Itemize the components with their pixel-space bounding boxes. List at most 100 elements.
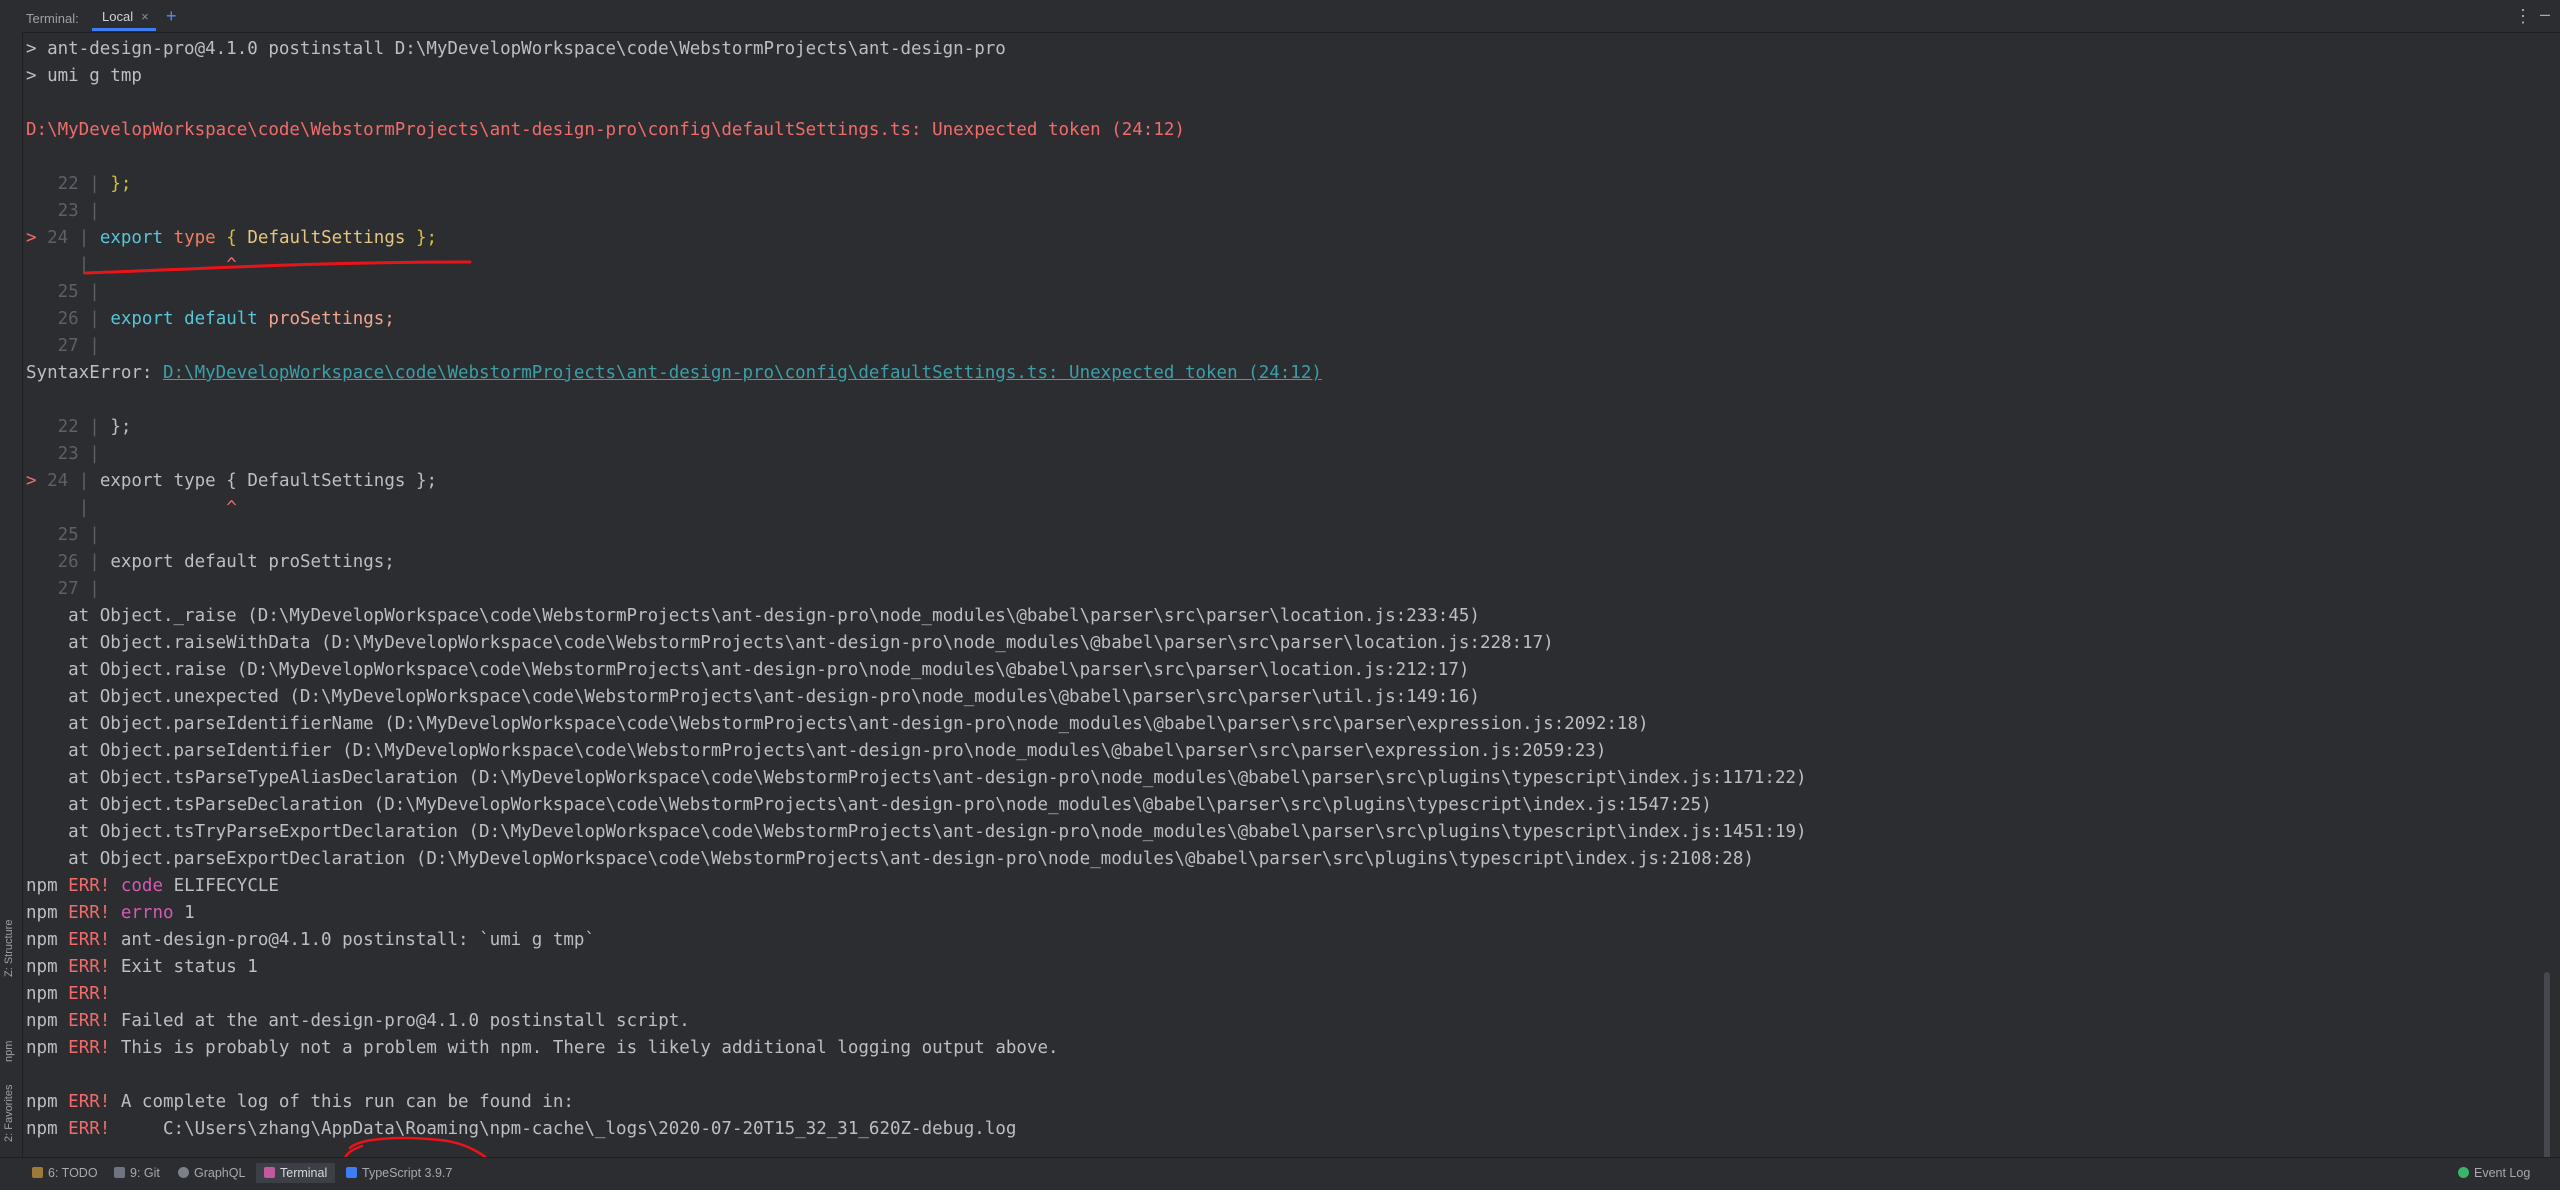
- npm-err-tag: ERR!: [68, 957, 111, 977]
- npm-err-message: C:\Users\zhang\AppData\Roaming\npm-cache…: [120, 1119, 1017, 1139]
- npm-error-line: npm ERR! code ELIFECYCLE: [26, 873, 1807, 900]
- tab-todo-label: 6: TODO: [48, 1166, 98, 1180]
- line-number: 26: [57, 552, 79, 572]
- event-log-button[interactable]: Event Log: [2458, 1166, 2530, 1180]
- tab-local-label: Local: [102, 9, 134, 24]
- more-options-icon[interactable]: ⋮: [2514, 6, 2532, 27]
- npm-err-tag: ERR!: [68, 1119, 111, 1139]
- code-frame-line: 22 | };: [57, 174, 132, 194]
- npm-err-message: This is probably not a problem with npm.…: [120, 1038, 1059, 1058]
- line-number: 25: [57, 282, 79, 302]
- error-arrow: >: [26, 471, 37, 491]
- tab-git-label: 9: Git: [130, 1166, 160, 1180]
- file-link[interactable]: D:\MyDevelopWorkspace\code\WebstormProje…: [163, 363, 1322, 383]
- code-keyword: export: [110, 552, 174, 572]
- left-tool-strip: Z: Structure npm 2: Favorites: [0, 32, 23, 1157]
- tab-terminal-label: Terminal: [280, 1166, 328, 1180]
- code-text: };: [110, 417, 132, 437]
- gear-icon: [178, 1167, 189, 1178]
- stack-trace-line: at Object.tsTryParseExportDeclaration (D…: [26, 822, 1807, 842]
- npm-prefix: npm: [26, 876, 58, 896]
- npm-err-value: ELIFECYCLE: [173, 876, 279, 896]
- code-identifier: DefaultSettings: [247, 471, 406, 491]
- code-frame-line: 27 |: [57, 336, 100, 356]
- code-keyword: export: [99, 471, 164, 491]
- code-identifier: proSettings;: [268, 309, 395, 329]
- tab-todo[interactable]: 6: TODO: [32, 1166, 98, 1180]
- tab-typescript[interactable]: TypeScript 3.9.7: [346, 1166, 452, 1180]
- tab-graphql[interactable]: GraphQL: [178, 1166, 245, 1180]
- error-arrow: >: [26, 228, 37, 248]
- terminal-header: Terminal: Local × + ⋮ –: [0, 0, 2560, 33]
- line-number: 27: [57, 336, 79, 356]
- code-brace: {: [226, 471, 237, 491]
- npm-err-tag: ERR!: [68, 1092, 111, 1112]
- event-log-label: Event Log: [2474, 1166, 2531, 1180]
- terminal-title: Terminal:: [26, 11, 79, 26]
- npm-error-line: npm ERR! This is probably not a problem …: [26, 1035, 1807, 1062]
- tab-graphql-label: GraphQL: [194, 1166, 246, 1180]
- line-number: 24: [47, 228, 69, 248]
- error-caret: ^: [226, 255, 237, 275]
- syntax-error-line: SyntaxError: D:\MyDevelopWorkspace\code\…: [26, 360, 1807, 387]
- code-brace: {: [226, 228, 237, 248]
- code-frame-line: 25 |: [57, 525, 100, 545]
- npm-err-key: errno: [120, 903, 174, 923]
- npm-error-line: npm ERR! errno 1: [26, 900, 1807, 927]
- npm-err-tag: ERR!: [68, 930, 111, 950]
- line-number: 26: [57, 309, 79, 329]
- tab-local[interactable]: Local ×: [96, 9, 155, 29]
- favorites-tool-tab[interactable]: 2: Favorites: [3, 1085, 15, 1142]
- structure-tool-tab[interactable]: Z: Structure: [3, 920, 15, 977]
- close-icon[interactable]: ×: [141, 9, 149, 24]
- add-tab-icon[interactable]: +: [166, 6, 177, 27]
- minimize-icon[interactable]: –: [2540, 4, 2550, 25]
- npm-err-message: Exit status 1: [120, 957, 258, 977]
- code-frame-line: 23 |: [57, 444, 100, 464]
- npm-err-tag: ERR!: [68, 984, 111, 1004]
- npm-error-line: npm ERR! Exit status 1: [26, 954, 1807, 981]
- npm-error-line: npm ERR! ant-design-pro@4.1.0 postinstal…: [26, 927, 1807, 954]
- error-caret: ^: [226, 498, 237, 518]
- stack-trace-line: at Object.tsParseDeclaration (D:\MyDevel…: [26, 795, 1712, 815]
- npm-err-value: 1: [184, 903, 195, 923]
- todo-icon: [32, 1167, 43, 1178]
- code-text: };: [110, 174, 132, 194]
- npm-err-tag: ERR!: [68, 903, 111, 923]
- typescript-icon: [346, 1167, 357, 1178]
- npm-error-line: npm ERR! Failed at the ant-design-pro@4.…: [26, 1008, 1807, 1035]
- code-keyword: default: [184, 309, 258, 329]
- code-keyword: type: [173, 471, 216, 491]
- tab-git[interactable]: 9: Git: [114, 1166, 160, 1180]
- code-frame-line: 27 |: [57, 579, 100, 599]
- code-frame-line: 25 |: [57, 282, 100, 302]
- code-identifier: proSettings;: [268, 552, 395, 572]
- vertical-scrollbar[interactable]: [2544, 972, 2550, 1157]
- event-log-icon: [2458, 1167, 2469, 1178]
- syntax-error-label: SyntaxError:: [26, 363, 163, 383]
- tab-typescript-label: TypeScript 3.9.7: [362, 1166, 453, 1180]
- npm-tool-tab[interactable]: npm: [3, 1041, 15, 1062]
- npm-error-line: npm ERR! C:\Users\zhang\AppData\Roaming\…: [26, 1116, 1807, 1143]
- npm-prefix: npm: [26, 903, 58, 923]
- terminal-icon: [264, 1167, 275, 1178]
- npm-prefix: npm: [26, 984, 58, 1004]
- code-frame-line: > 24 | export type { DefaultSettings };: [26, 471, 438, 491]
- npm-err-message: A complete log of this run can be found …: [120, 1092, 574, 1112]
- code-keyword: default: [184, 552, 258, 572]
- terminal-output[interactable]: > ant-design-pro@4.1.0 postinstall D:\My…: [22, 32, 2552, 1157]
- code-keyword: export: [99, 228, 164, 248]
- npm-error-line: npm ERR! A complete log of this run can …: [26, 1089, 1807, 1116]
- line-number: 23: [57, 201, 79, 221]
- stack-trace-line: at Object.raise (D:\MyDevelopWorkspace\c…: [26, 660, 1470, 680]
- stack-trace-line: at Object.parseIdentifier (D:\MyDevelopW…: [26, 741, 1607, 761]
- npm-err-tag: ERR!: [68, 1038, 111, 1058]
- error-path-line: D:\MyDevelopWorkspace\code\WebstormProje…: [26, 120, 1185, 140]
- tab-terminal[interactable]: Terminal: [256, 1163, 336, 1183]
- code-frame-line: 26 | export default proSettings;: [57, 552, 395, 572]
- npm-prefix: npm: [26, 1038, 58, 1058]
- code-frame-line: 23 |: [57, 201, 100, 221]
- stack-trace-line: at Object.tsParseTypeAliasDeclaration (D…: [26, 768, 1807, 788]
